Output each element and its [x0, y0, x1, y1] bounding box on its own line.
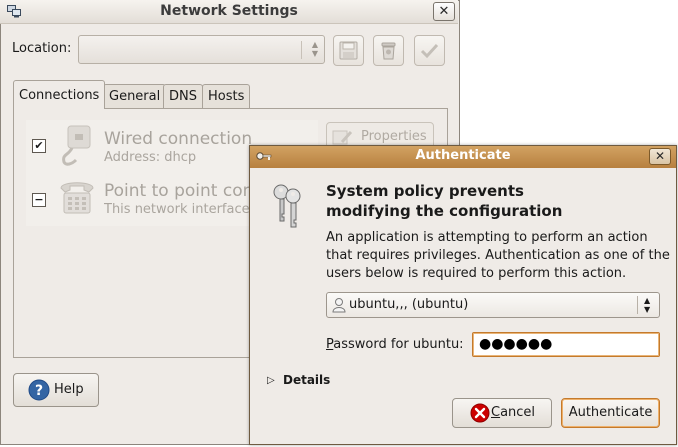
tab-general[interactable]: General	[103, 84, 167, 108]
dialog-close-button[interactable]: ✕	[649, 148, 671, 165]
password-label: Password for ubuntu:	[326, 337, 464, 352]
location-label: Location:	[12, 41, 72, 56]
combo-separator	[637, 296, 638, 314]
heading-line-2: modifying the configuration	[326, 202, 563, 220]
keys-icon	[273, 184, 301, 228]
cancel-label: Cancel	[491, 405, 536, 420]
help-label: Help	[54, 382, 84, 397]
heading-line-1: System policy prevents	[326, 182, 524, 200]
ppp-connection-checkbox[interactable]: −	[32, 193, 46, 207]
tab-hosts[interactable]: Hosts	[202, 84, 251, 108]
telephone-modem-icon	[60, 182, 94, 214]
svg-text:?: ?	[35, 383, 43, 399]
checkmark-icon	[420, 43, 439, 59]
dialog-title: Authenticate	[415, 148, 511, 163]
properties-icon	[332, 130, 353, 145]
details-expander[interactable]: Details	[283, 373, 330, 387]
cancel-icon	[470, 403, 490, 423]
dialog-heading: System policy prevents modifying the con…	[326, 181, 646, 221]
save-location-button[interactable]	[333, 35, 364, 66]
apply-button[interactable]	[414, 35, 445, 66]
window-title: Network Settings	[160, 3, 298, 19]
user-icon	[332, 298, 346, 313]
authenticate-button[interactable]: Authenticate	[561, 398, 660, 428]
user-value: ubuntu,,, (ubuntu)	[349, 297, 469, 312]
tab-dns[interactable]: DNS	[163, 84, 203, 108]
spin-arrows-icon: ▲ ▼	[644, 296, 651, 314]
wired-connection-checkbox[interactable]: ✔	[32, 139, 46, 153]
location-select[interactable]: ▲ ▼	[78, 35, 325, 64]
wired-connection-address: Address: dhcp	[104, 150, 197, 165]
spin-arrows-icon: ▲ ▼	[311, 40, 318, 58]
properties-label: Properties	[361, 129, 427, 144]
help-icon: ?	[28, 379, 50, 401]
dialog-message: An application is attempting to perform …	[326, 230, 670, 281]
trash-can-icon	[381, 42, 396, 60]
expander-arrow-icon[interactable]: ▷	[267, 375, 275, 386]
password-input[interactable]: ●●●●●●	[472, 332, 660, 357]
floppy-disk-icon	[339, 41, 358, 60]
close-button[interactable]: ✕	[433, 2, 455, 21]
ethernet-plug-icon	[62, 125, 91, 166]
tab-connections[interactable]: Connections	[13, 80, 106, 109]
wired-connection-title: Wired connection	[104, 129, 253, 149]
delete-location-button[interactable]	[373, 35, 404, 66]
